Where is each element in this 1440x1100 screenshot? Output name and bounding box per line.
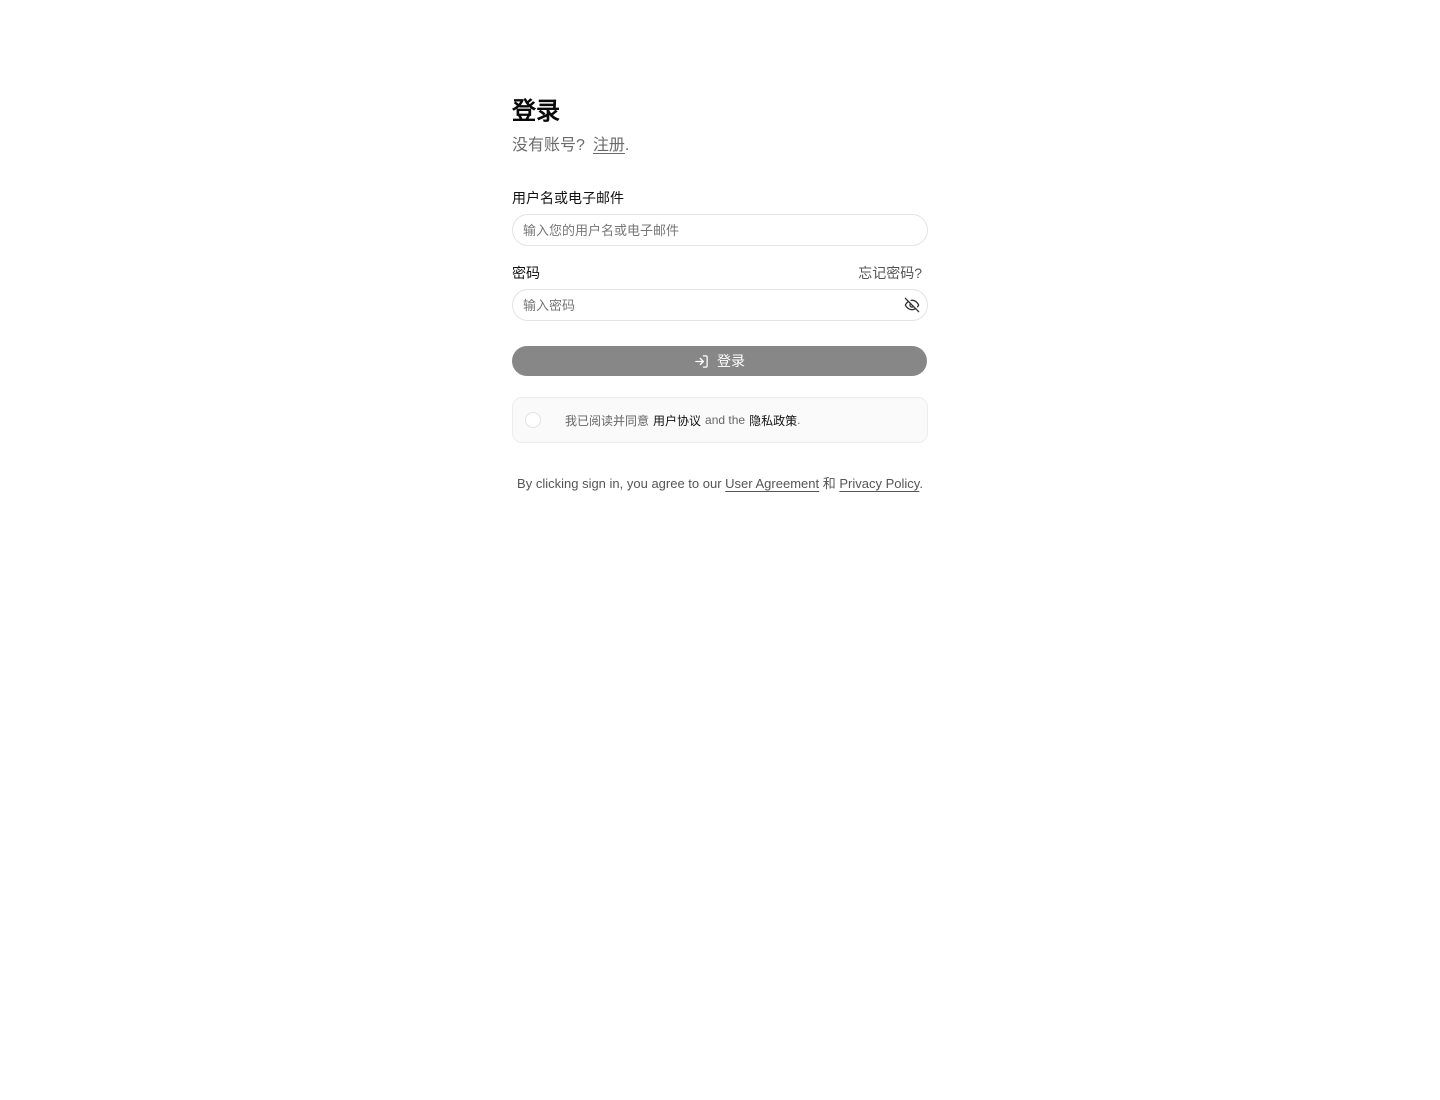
agreement-suffix: . xyxy=(797,413,801,427)
register-link[interactable]: 注册 xyxy=(593,137,625,154)
login-page: 登录 没有账号? 注册. 用户名或电子邮件 密码 忘记密码? xyxy=(0,0,1440,1100)
username-label: 用户名或电子邮件 xyxy=(512,190,624,206)
username-label-row: 用户名或电子邮件 xyxy=(512,188,928,208)
agreement-user-agreement-link[interactable]: 用户协议 xyxy=(653,412,701,429)
username-input[interactable] xyxy=(513,215,927,245)
footer-prefix: By clicking sign in, you agree to our xyxy=(517,476,722,491)
register-suffix: . xyxy=(624,137,630,154)
log-in-icon xyxy=(694,354,709,369)
password-label: 密码 xyxy=(512,265,540,281)
page-title: 登录 xyxy=(512,98,560,125)
password-input[interactable] xyxy=(513,290,927,320)
agreement-checkbox[interactable] xyxy=(525,412,541,428)
eye-off-icon[interactable] xyxy=(903,296,921,314)
footer-note: By clicking sign in, you agree to our Us… xyxy=(512,474,928,494)
no-account-text: 没有账号? xyxy=(512,137,585,154)
register-prompt: 没有账号? 注册. xyxy=(512,134,928,158)
agreement-privacy-policy-link[interactable]: 隐私政策 xyxy=(749,412,797,429)
footer-conjunction: 和 xyxy=(822,476,836,491)
agreement-box: 我已阅读并同意 用户协议 and the 隐私政策. xyxy=(512,397,928,443)
footer-suffix: . xyxy=(919,476,923,491)
login-button-label: 登录 xyxy=(717,353,745,369)
password-input-wrapper xyxy=(512,289,928,321)
forgot-password-link[interactable]: 忘记密码? xyxy=(858,263,922,283)
username-group: 用户名或电子邮件 xyxy=(512,188,928,246)
username-input-wrapper xyxy=(512,214,928,246)
agreement-conjunction: and the xyxy=(705,413,746,427)
footer-user-agreement-link[interactable]: User Agreement xyxy=(725,476,819,491)
password-group: 密码 忘记密码? xyxy=(512,263,928,321)
footer-privacy-policy-link[interactable]: Privacy Policy xyxy=(839,476,919,491)
agreement-prefix: 我已阅读并同意 xyxy=(565,413,650,428)
login-card: 登录 没有账号? 注册. 用户名或电子邮件 密码 忘记密码? xyxy=(512,96,928,494)
password-label-row: 密码 忘记密码? xyxy=(512,263,928,283)
login-button[interactable]: 登录 xyxy=(512,346,927,376)
